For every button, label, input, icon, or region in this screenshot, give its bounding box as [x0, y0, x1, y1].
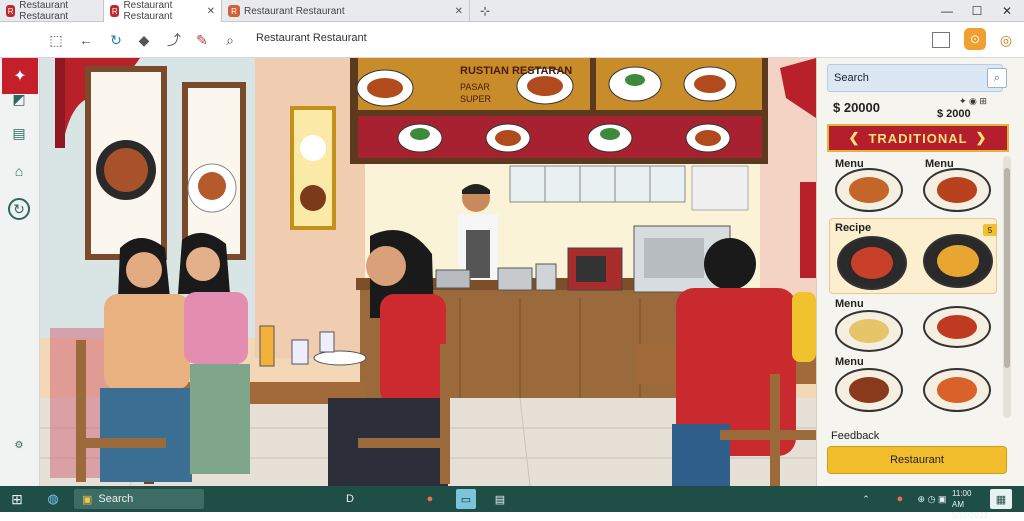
menu-item-plate[interactable]: [837, 236, 907, 290]
browser-icon[interactable]: ◍: [42, 489, 64, 509]
explorer-icon[interactable]: ▭: [456, 489, 476, 509]
new-tab-icon[interactable]: ⊹: [470, 0, 500, 22]
taskbar-app-label: Search: [98, 493, 134, 505]
store-icon[interactable]: ▤: [490, 489, 510, 509]
scrollbar-thumb[interactable]: [1004, 168, 1010, 368]
network-icon[interactable]: ⌃: [858, 489, 874, 509]
settings-icon[interactable]: ⚙: [6, 432, 32, 458]
restaurant-favicon-icon: R: [6, 5, 16, 17]
menu-item-plate[interactable]: [835, 368, 903, 412]
menu-board-sub-1: PASAR: [460, 82, 490, 92]
refresh-icon[interactable]: ↻: [106, 30, 126, 50]
taskbar-app-active[interactable]: ▣ Search: [74, 489, 204, 509]
address-bar[interactable]: Restaurant Restaurant: [256, 32, 367, 48]
chevron-right-icon[interactable]: ❯: [976, 130, 988, 146]
split-view-icon[interactable]: ⬚: [46, 30, 66, 50]
feedback-label: Feedback: [831, 430, 880, 442]
tab-1[interactable]: R Restaurant Restaurant: [0, 0, 104, 22]
edit-icon[interactable]: ✎: [192, 30, 212, 50]
price-primary: $ 20000: [833, 100, 880, 115]
notification-center-icon[interactable]: ▦: [990, 489, 1012, 509]
tab-title: Restaurant Restaurant: [19, 0, 69, 22]
tab-close-icon[interactable]: ✕: [207, 6, 215, 17]
menu-item-plate[interactable]: [835, 168, 903, 212]
menu-item-plate[interactable]: [923, 306, 991, 348]
tab-title: Restaurant Restaurant: [123, 0, 173, 22]
tab-2[interactable]: R Restaurant Restaurant ✕: [104, 0, 222, 22]
profile-icon[interactable]: ◎: [996, 30, 1016, 50]
menu-badge: 5: [983, 224, 997, 236]
search-icon[interactable]: ⌕: [220, 30, 240, 50]
minimize-button[interactable]: —: [932, 0, 962, 22]
restaurant-favicon-icon: R: [228, 5, 240, 17]
tray-icons[interactable]: ⊕ ◷ ▣: [912, 489, 952, 509]
browser-toolbar: ⬚ ← ↻ ◆ ⤴ ✎ ⌕ Restaurant Restaurant ⊙ ◎: [0, 22, 1024, 58]
shapes-icon[interactable]: ◩: [6, 86, 32, 112]
notification-icon[interactable]: ●: [892, 489, 908, 509]
category-banner[interactable]: ❮ TRADITIONAL ❯: [827, 124, 1009, 152]
menu-board-sub-2: SUPER: [460, 94, 492, 104]
share-icon[interactable]: ⤴: [164, 30, 184, 50]
menu-side-panel: Search ⌕ $ 20000 ✦ ◉ ⊞ $ 2000 ❮ TRADITIO…: [816, 58, 1024, 486]
price-secondary-icons: ✦ ◉ ⊞: [959, 96, 987, 106]
restaurant-illustration: RUSTIAN RESTARAN PASAR SUPER: [40, 58, 816, 486]
app-icon[interactable]: ●: [420, 489, 440, 509]
tab-bar: R Restaurant Restaurant R Restaurant Res…: [0, 0, 1024, 22]
tab-3[interactable]: R Restaurant Restaurant ✕: [222, 0, 470, 22]
menu-board-title: RUSTIAN RESTARAN: [460, 65, 572, 77]
tag-icon[interactable]: ◆: [134, 30, 154, 50]
search-label: Search: [834, 72, 869, 84]
price-secondary: $ 2000: [937, 108, 971, 120]
tab-close-icon[interactable]: ✕: [455, 6, 463, 17]
extension-icon[interactable]: ⊙: [964, 28, 986, 50]
menu-item-plate[interactable]: [923, 168, 991, 212]
menu-heading: Menu: [835, 356, 864, 368]
banner-title: TRADITIONAL: [868, 130, 968, 146]
menu-item-plate[interactable]: [923, 368, 991, 412]
left-sidebar: ✦ ◩ ▤ ⌂ ↻ ⚙: [0, 58, 40, 486]
maximize-button[interactable]: ☐: [962, 0, 992, 22]
search-icon[interactable]: ⌕: [987, 68, 1007, 88]
building-icon[interactable]: ⌂: [6, 158, 32, 184]
menu-item-plate[interactable]: [923, 234, 993, 288]
menu-item-plate[interactable]: [835, 310, 903, 352]
close-window-button[interactable]: ✕: [992, 0, 1022, 22]
clock-time: 11:00 AM: [952, 489, 972, 509]
menu-heading: Recipe: [835, 222, 872, 234]
menu-heading: Menu: [835, 298, 864, 310]
back-icon[interactable]: ←: [76, 30, 96, 50]
tab-title: Restaurant Restaurant: [244, 5, 345, 17]
restaurant-favicon-icon: R: [110, 5, 120, 17]
taskbar-label[interactable]: D: [340, 489, 360, 509]
layers-icon[interactable]: ▤: [6, 120, 32, 146]
system-clock[interactable]: 11:00 AM 5/10/2023: [952, 488, 988, 521]
folder-icon: ▣: [82, 493, 93, 506]
taskbar: ⊞ ◍ ▣ Search D ● ▭ ▤ ⌃ ● ⊕ ◷ ▣ 11:00 AM …: [0, 486, 1024, 520]
clock-icon[interactable]: ↻: [8, 198, 30, 220]
chevron-left-icon[interactable]: ❮: [849, 130, 861, 146]
primary-action-button[interactable]: Restaurant: [827, 446, 1007, 474]
search-field[interactable]: Search: [827, 64, 1003, 92]
reader-icon[interactable]: [932, 32, 950, 48]
start-icon[interactable]: ⊞: [6, 489, 28, 509]
